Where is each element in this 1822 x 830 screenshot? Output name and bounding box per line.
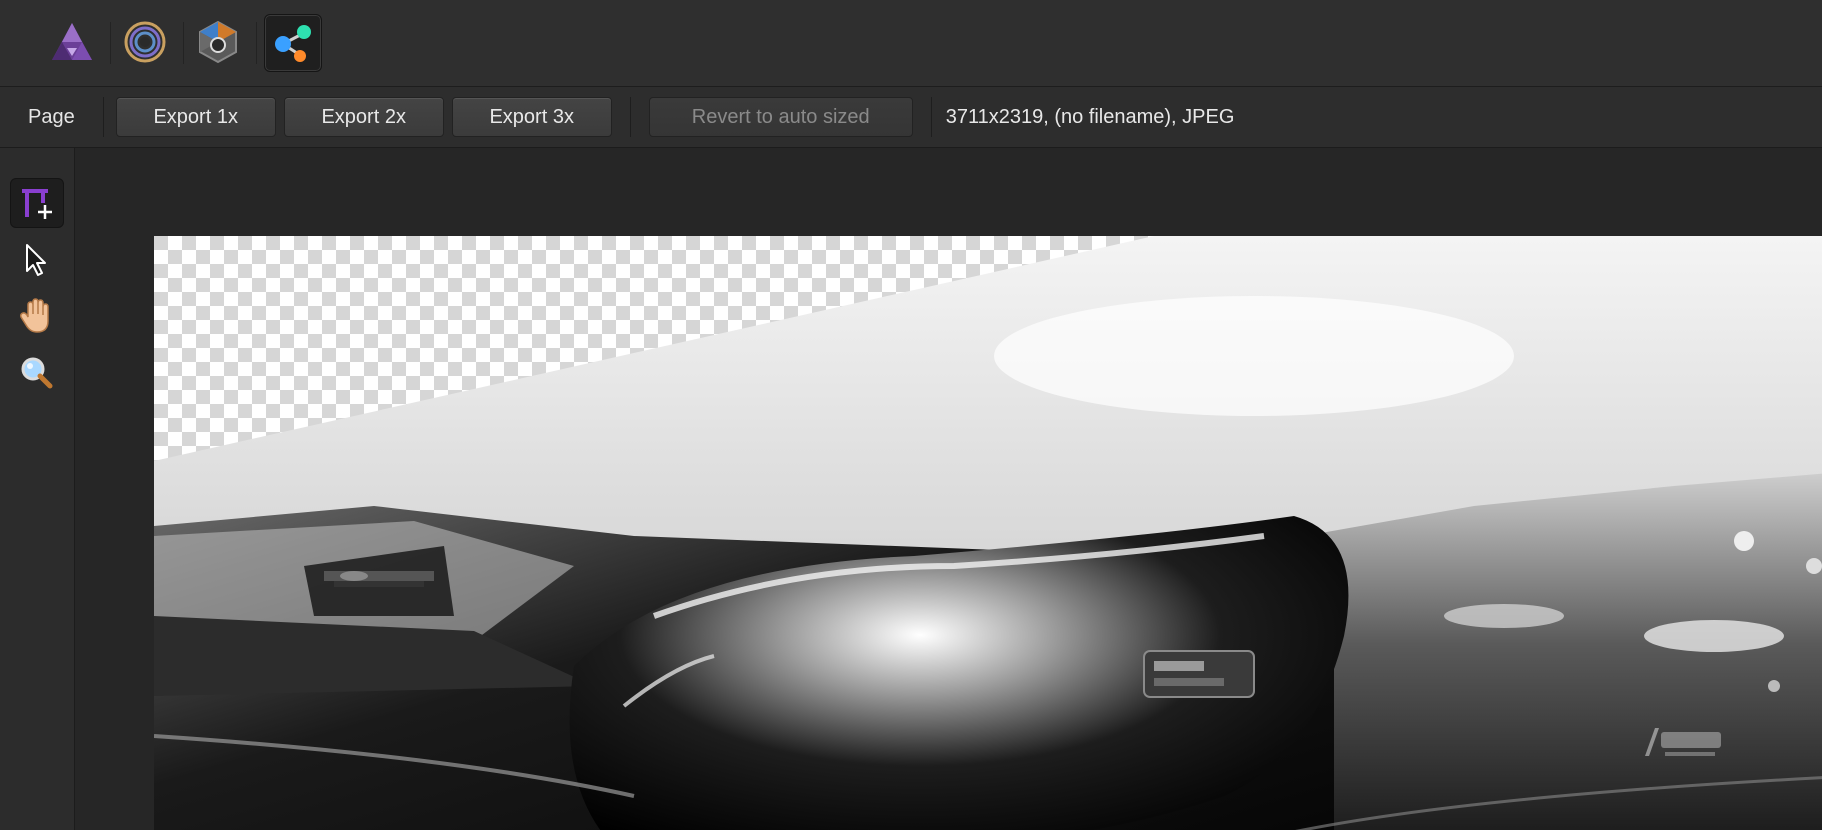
affinity-photo-icon: [52, 23, 92, 60]
develop-persona-button[interactable]: [190, 14, 246, 70]
hand-tool-button[interactable]: [10, 292, 62, 340]
pointer-icon: [26, 244, 46, 276]
export-persona-icon: [275, 25, 311, 62]
divider: [102, 97, 104, 137]
persona-bar: [0, 0, 1822, 87]
divider: [629, 97, 631, 137]
zoom-tool-button[interactable]: [10, 348, 62, 396]
revert-to-auto-sized-button[interactable]: Revert to auto sized: [648, 97, 913, 137]
select-tool-button[interactable]: [10, 236, 62, 284]
liquify-icon: [124, 21, 166, 63]
export-3x-button[interactable]: Export 3x: [451, 97, 612, 137]
liquify-persona-button[interactable]: [117, 14, 173, 70]
slice-add-icon: [22, 189, 52, 219]
canvas-area[interactable]: [75, 148, 1822, 830]
export-1x-button[interactable]: Export 1x: [115, 97, 276, 137]
photo-persona-button[interactable]: [44, 14, 100, 70]
watermark-logo: [1645, 728, 1721, 756]
develop-icon: [199, 20, 237, 64]
slice-tool-button[interactable]: [10, 178, 64, 228]
export-persona-button[interactable]: [264, 14, 322, 72]
divider: [930, 97, 932, 137]
export-2x-button[interactable]: Export 2x: [283, 97, 444, 137]
context-label: Page: [28, 105, 75, 128]
context-toolbar: Page Export 1x Export 2x Export 3x Rever…: [0, 87, 1822, 148]
document-image: [154, 236, 1822, 830]
tools-panel: [0, 148, 75, 830]
hand-icon: [20, 298, 49, 333]
document-info: 3711x2319, (no filename), JPEG: [945, 105, 1235, 128]
magnifier-icon: [21, 357, 53, 389]
document-canvas[interactable]: [154, 236, 1822, 830]
